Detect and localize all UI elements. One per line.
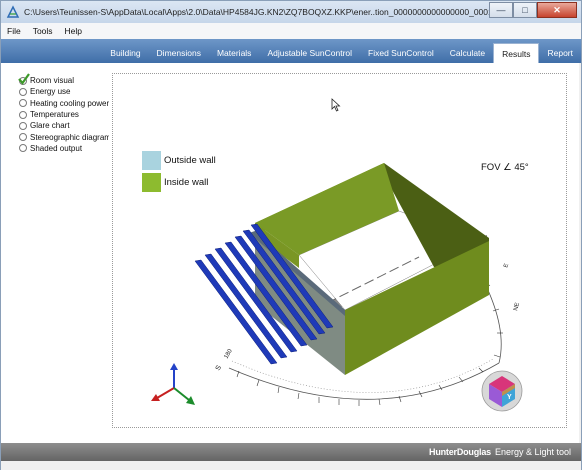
menu-tools[interactable]: Tools — [33, 26, 53, 36]
status-strip — [1, 461, 581, 470]
tab-calculate[interactable]: Calculate — [442, 43, 493, 63]
option-energy-use[interactable]: Energy use — [1, 86, 109, 97]
app-icon — [6, 5, 20, 18]
svg-text:Y: Y — [507, 394, 512, 401]
option-label: Shaded output — [30, 143, 83, 153]
xyz-axes-icon — [151, 363, 195, 405]
tab-report[interactable]: Report — [539, 43, 581, 63]
room-model: S 180 E NE N — [151, 163, 523, 412]
tab-fixed-suncontrol[interactable]: Fixed SunControl — [360, 43, 442, 63]
ribbon-tabs: Building Dimensions Materials Adjustable… — [102, 43, 581, 63]
ribbon-bar: Building Dimensions Materials Adjustable… — [1, 39, 581, 63]
option-temperatures[interactable]: Temperatures — [1, 109, 109, 120]
option-room-visual[interactable]: Room visual — [1, 73, 109, 86]
room-3d-viewport[interactable]: Outside wall Inside wall FOV ∠ 45° S 180… — [109, 63, 579, 443]
option-label: Glare chart — [30, 121, 70, 131]
option-label: Temperatures — [30, 110, 79, 120]
option-glare-chart[interactable]: Glare chart — [1, 120, 109, 131]
minimize-icon[interactable]: — — [489, 2, 513, 18]
compass-label-east: E — [503, 263, 510, 269]
compass-label-south: S — [215, 364, 224, 372]
option-label: Energy use — [30, 87, 71, 97]
close-icon[interactable]: ✕ — [537, 2, 577, 18]
option-heating-cooling-power[interactable]: Heating cooling power — [1, 98, 109, 109]
option-label: Room visual — [30, 76, 75, 86]
checkmark-icon — [18, 73, 30, 85]
radio-button[interactable] — [19, 87, 27, 96]
radio-button[interactable] — [19, 110, 27, 119]
window-title: C:\Users\Teunissen-S\AppData\Local\Apps\… — [24, 7, 504, 17]
option-stereographic-diagram[interactable]: Stereographic diagram — [1, 131, 111, 142]
maximize-icon[interactable]: □ — [513, 2, 537, 18]
tab-adjustable-suncontrol[interactable]: Adjustable SunControl — [259, 43, 360, 63]
menu-file[interactable]: File — [7, 26, 21, 36]
tab-dimensions[interactable]: Dimensions — [149, 43, 209, 63]
option-label: Stereographic diagram — [30, 132, 111, 142]
title-bar: C:\Users\Teunissen-S\AppData\Local\Apps\… — [1, 1, 581, 23]
view-cube-icon[interactable]: Y — [481, 370, 523, 412]
compass-label-northeast: NE — [513, 302, 521, 312]
brand-footer: HunterDouglas Energy & Light tool — [1, 443, 581, 461]
option-label: Heating cooling power — [30, 98, 110, 108]
window-controls: — □ ✕ — [489, 2, 577, 18]
application-window: C:\Users\Teunissen-S\AppData\Local\Apps\… — [0, 0, 582, 470]
brand-logo: HunterDouglas — [429, 447, 491, 457]
radio-button[interactable] — [19, 133, 27, 142]
results-options-panel: Room visual Energy use Heating cooling p… — [1, 63, 111, 443]
radio-button[interactable] — [19, 121, 27, 130]
tab-results[interactable]: Results — [493, 43, 540, 63]
compass-label-180: 180 — [224, 348, 235, 360]
radio-button[interactable] — [19, 144, 27, 153]
tab-materials[interactable]: Materials — [209, 43, 259, 63]
product-name: Energy & Light tool — [494, 447, 571, 457]
radio-button[interactable] — [19, 99, 27, 108]
tab-building[interactable]: Building — [102, 43, 148, 63]
menu-help[interactable]: Help — [65, 26, 82, 36]
menu-bar: File Tools Help — [1, 23, 581, 39]
option-shaded-output[interactable]: Shaded output — [1, 143, 109, 154]
